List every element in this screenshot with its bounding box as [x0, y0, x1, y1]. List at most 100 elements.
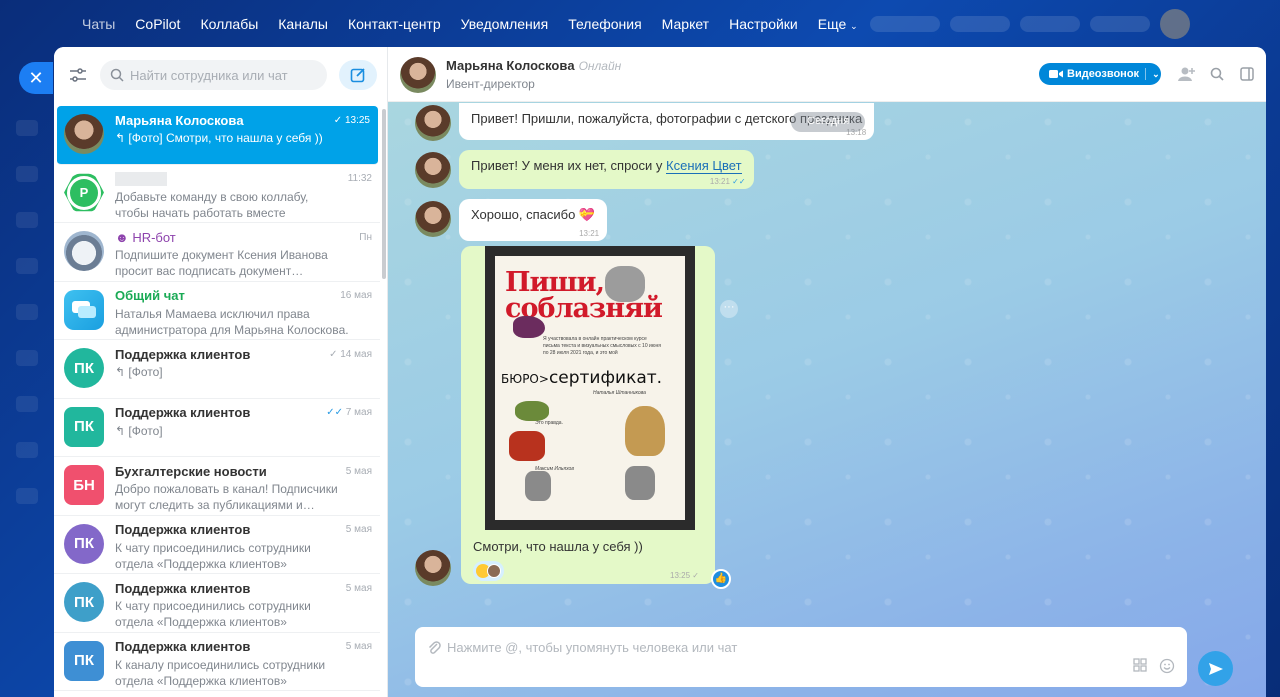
chat-item-support-1[interactable]: ПК Поддержка клиентов ✓ 14 мая ↰ [Фото]: [54, 340, 380, 399]
nav-item-contact-center[interactable]: Контакт-центр: [348, 16, 441, 32]
reply-icon: ↰: [115, 131, 126, 145]
chat-item-support-4[interactable]: ПК Поддержка клиентов 5 мая К чату присое…: [54, 574, 380, 633]
chat-window: Марьяна Колосковa Онлайн Ивент-директор В…: [388, 47, 1266, 697]
video-call-button[interactable]: Видеозвонок ⌄: [1039, 63, 1161, 85]
chat-name: Поддержка клиентов: [115, 405, 251, 420]
sidebar-scrollbar[interactable]: [382, 109, 386, 279]
chat-item-support-2[interactable]: ПК Поддержка клиентов ✓✓ 7 мая ↰ [Фото]: [54, 399, 380, 457]
sender-avatar[interactable]: [415, 201, 451, 237]
user-avatar[interactable]: [1160, 9, 1190, 39]
chat-name: Поддержка клиентов: [115, 639, 251, 654]
nav-item-channels[interactable]: Каналы: [278, 16, 328, 32]
certificate-word: сертификат.: [548, 368, 663, 388]
double-check-icon: ✓✓: [326, 407, 344, 418]
chat-preview-2: отдела «Поддержка клиентов»: [115, 673, 287, 688]
message-time: 13:21: [579, 229, 600, 238]
message-time: 13:25: [670, 571, 691, 580]
chat-preview: [Фото]: [128, 365, 163, 379]
apps-icon[interactable]: [1133, 658, 1147, 677]
contact-status: Онлайн: [578, 58, 622, 73]
nav-item-more[interactable]: Еще ⌄: [818, 16, 858, 32]
filter-icon[interactable]: [64, 61, 92, 89]
contact-name[interactable]: Марьяна Колосковa: [446, 58, 575, 73]
reactor-avatar: [487, 564, 501, 578]
avatar: P: [64, 173, 104, 212]
nav-item-more-label: Еще: [817, 16, 847, 32]
chevron-down-icon[interactable]: ⌄: [1152, 69, 1160, 80]
chat-preview: К каналу присоединились сотрудники: [115, 657, 326, 672]
close-button[interactable]: ✕: [19, 62, 53, 94]
contact-avatar[interactable]: [400, 57, 436, 93]
reply-icon: ↰: [115, 365, 126, 379]
nav-item-chats[interactable]: Чаты: [82, 16, 115, 32]
sender-avatar[interactable]: [415, 105, 451, 141]
chat-preview: Подпишите документ Ксения Иванова: [115, 248, 328, 262]
chat-item-support-3[interactable]: ПК Поддержка клиентов 5 мая К чату присое…: [54, 516, 380, 574]
chat-time: 7 мая: [345, 407, 372, 418]
message-bubble[interactable]: Хорошо, спасибо 💝 13:21: [459, 199, 608, 241]
certificate-body-text: Я участвовала в онлайн практическом курс…: [543, 336, 662, 356]
message-input[interactable]: Нажмите @, чтобы упомянуть человека или …: [415, 627, 1187, 687]
illustration-shape: [515, 401, 549, 421]
photo-attachment[interactable]: Пиши, соблазняй Я участвовала в онлайн пр…: [485, 246, 695, 530]
chat-preview: К чату присоединились сотрудники: [115, 540, 311, 555]
message-text: Хорошо, спасибо 💝: [471, 207, 596, 222]
chat-preview: Добавьте команду в свою коллабу,: [115, 189, 309, 204]
search-icon[interactable]: [1208, 65, 1226, 83]
chat-item-marina[interactable]: Марьяна Колосковa ✓ 13:25 ↰ [Фото] Смотри…: [57, 106, 378, 165]
sender-avatar[interactable]: [415, 152, 451, 188]
nav-item-telephony[interactable]: Телефония: [568, 16, 641, 32]
chat-time: 5 мая: [345, 582, 372, 594]
video-camera-icon: [1049, 70, 1063, 78]
chat-preview: Добро пожаловать в канал! Подписчики: [115, 482, 338, 496]
nav-item-collabs[interactable]: Коллабы: [200, 16, 258, 32]
like-icon[interactable]: 👍: [711, 569, 731, 589]
nav-item-market[interactable]: Маркет: [662, 16, 709, 32]
nav-item-settings[interactable]: Настройки: [729, 16, 798, 32]
search-input[interactable]: Найти сотрудника или чат: [100, 60, 327, 90]
sidebar-toggle-icon[interactable]: [1238, 65, 1256, 83]
chat-time: 5 мая: [345, 465, 372, 477]
mention-link[interactable]: Ксения Цвет: [666, 158, 742, 174]
certificate-signer-1: Наталья Штанникова: [593, 390, 646, 396]
avatar: ПК: [64, 348, 104, 388]
chat-time: 14 мая: [340, 348, 372, 360]
close-icon: ✕: [28, 67, 44, 88]
messenger-panel: Найти сотрудника или чат Марьяна Колоско…: [54, 47, 1266, 697]
send-button[interactable]: [1198, 651, 1233, 686]
avatar: ПК: [64, 640, 104, 681]
chat-item-general[interactable]: Общий чат 16 мая Наталья Мамаева исключил…: [54, 282, 380, 340]
illustration-shape: [513, 316, 545, 338]
chat-name: Поддержка клиентов: [115, 346, 251, 362]
certificate-note: Это правда.: [535, 420, 563, 426]
message-bubble[interactable]: Привет! У меня их нет, спроси у Ксения Ц…: [459, 150, 754, 189]
chat-item-accounting-news[interactable]: БН Бухгалтерские новости 5 мая Добро пожа…: [54, 457, 380, 516]
emoji-icon[interactable]: [1159, 658, 1175, 677]
chat-preview-2: могут следить за публикациями и…: [115, 498, 315, 512]
photo-message-bubble[interactable]: Пиши, соблазняй Я участвовала в онлайн пр…: [461, 246, 715, 584]
avatar: БН: [64, 465, 104, 505]
chat-item-collab[interactable]: P 11:32 Добавьте команду в свою коллабу,…: [54, 165, 380, 223]
sender-avatar[interactable]: [415, 550, 451, 586]
chat-time: 13:25: [344, 114, 370, 126]
search-icon: [110, 68, 124, 82]
reactions-bar[interactable]: [473, 561, 504, 581]
read-check-icon: ✓: [692, 571, 699, 580]
chat-time: 5 мая: [345, 641, 372, 652]
chat-list: Марьяна Колосковa ✓ 13:25 ↰ [Фото] Смотри…: [54, 105, 380, 691]
nav-item-copilot[interactable]: CoPilot: [135, 16, 180, 32]
message-area[interactable]: Привет! Пришли, пожалуйста, фотографии с…: [388, 102, 1266, 697]
header-right-area: [870, 9, 1250, 39]
chat-time: 11:32: [347, 173, 372, 184]
read-check-icon: ✓: [329, 348, 338, 360]
video-call-label: Видеозвонок: [1067, 68, 1140, 80]
new-chat-button[interactable]: [339, 60, 377, 90]
chat-item-support-5[interactable]: ПК Поддержка клиентов 5 мая К каналу прис…: [54, 633, 380, 691]
chat-item-hr-bot[interactable]: ☻ HR-бот Пн Подпишите документ Ксения Ива…: [54, 223, 380, 282]
avatar-initials: P: [70, 178, 98, 207]
photo-caption: Смотри, что нашла у себя )): [473, 539, 643, 554]
message-menu-icon[interactable]: ···: [720, 300, 738, 318]
attachment-icon[interactable]: [427, 640, 441, 656]
nav-item-notifications[interactable]: Уведомления: [461, 16, 549, 32]
add-user-icon[interactable]: [1178, 65, 1196, 83]
